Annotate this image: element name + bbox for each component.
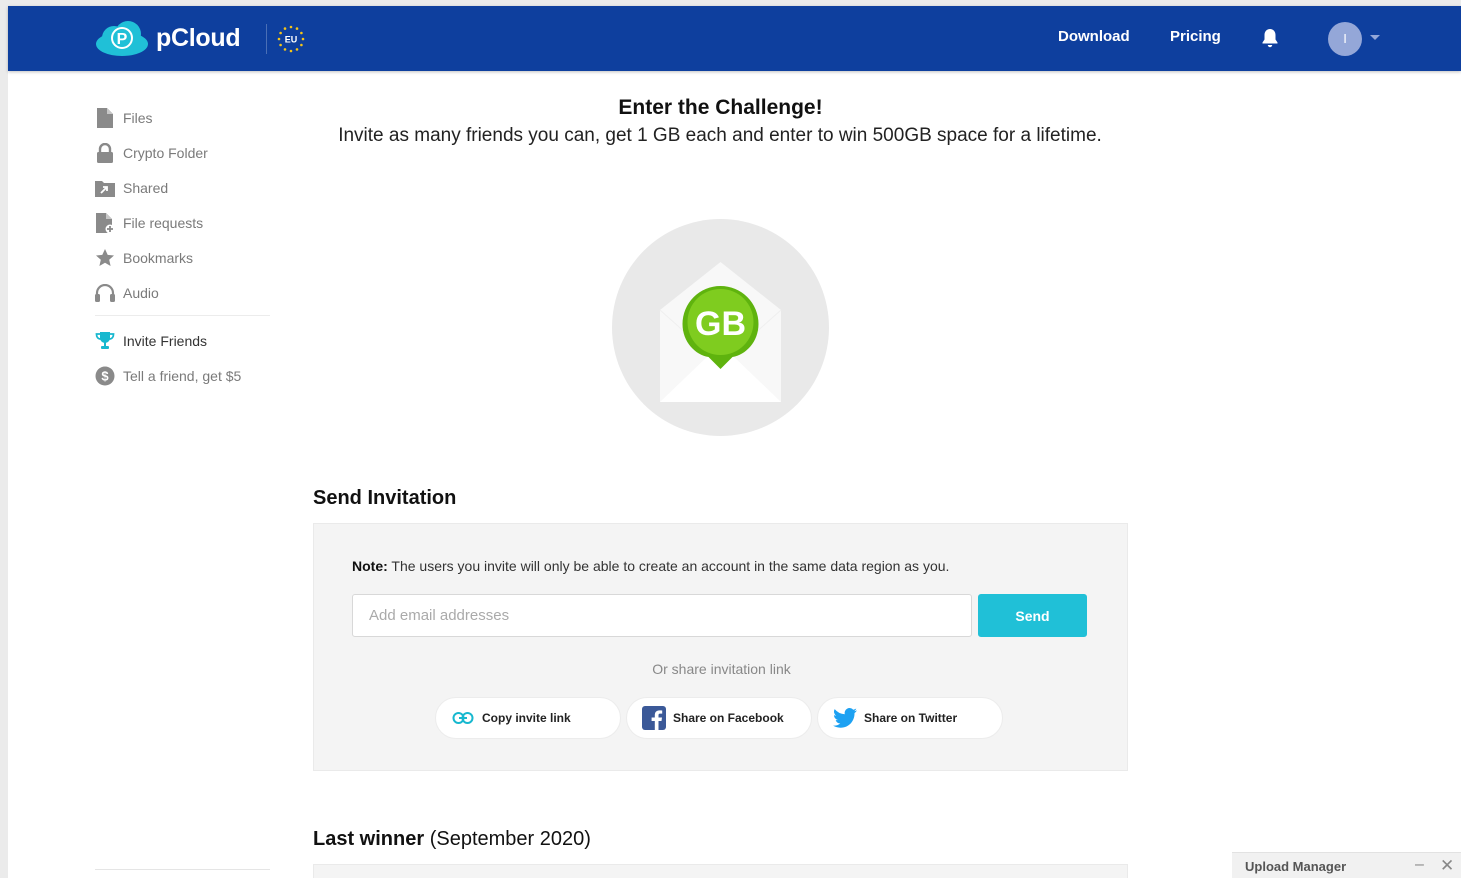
star-icon: [95, 248, 115, 268]
challenge-description: Invite as many friends you can, get 1 GB…: [338, 125, 1102, 146]
sidebar-item-label: Files: [123, 109, 153, 126]
upload-manager-title: Upload Manager: [1245, 859, 1347, 874]
dollar-icon: $: [95, 366, 115, 386]
sidebar-item-label: Shared: [123, 179, 169, 196]
sidebar-item-invite-friends[interactable]: Invite Friends: [95, 323, 270, 358]
last-winner-panel: [313, 864, 1128, 878]
sidebar-item-audio[interactable]: Audio: [95, 275, 270, 310]
link-icon: [450, 705, 476, 731]
challenge-title: Enter the Challenge!: [618, 96, 823, 119]
eu-region-icon[interactable]: EU: [276, 24, 306, 54]
sidebar-bottom-divider: [95, 869, 270, 870]
sidebar-item-label: Audio: [123, 284, 159, 301]
file-request-icon: [95, 212, 115, 233]
sidebar-item-label: Tell a friend, get $5: [123, 367, 242, 384]
upload-manager[interactable]: Upload Manager – ✕: [1232, 852, 1461, 878]
sidebar: Files Crypto Folder Shared File requests…: [95, 100, 270, 393]
share-on-twitter-label: Share on Twitter: [864, 711, 958, 725]
window-frame-left: [0, 0, 8, 878]
sidebar-item-crypto-folder[interactable]: Crypto Folder: [95, 135, 270, 170]
sidebar-item-label: File requests: [123, 214, 204, 231]
sidebar-divider: [95, 315, 270, 316]
send-button[interactable]: Send: [978, 594, 1087, 637]
last-winner-title: Last winner (September 2020): [313, 828, 591, 851]
svg-text:$: $: [101, 368, 109, 383]
pcloud-logo[interactable]: P pCloud: [94, 20, 241, 56]
region-note: Note: The users you invite will only be …: [352, 558, 949, 574]
sidebar-item-bookmarks[interactable]: Bookmarks: [95, 240, 270, 275]
download-link[interactable]: Download: [1058, 28, 1130, 45]
facebook-icon: [641, 705, 667, 731]
svg-text:P: P: [117, 31, 128, 48]
copy-invite-link-label: Copy invite link: [482, 711, 571, 725]
headphones-icon: [95, 283, 115, 303]
share-on-facebook-button[interactable]: Share on Facebook: [626, 697, 812, 739]
sidebar-item-label: Invite Friends: [123, 332, 208, 349]
last-winner-period: (September 2020): [429, 828, 591, 850]
sidebar-item-files[interactable]: Files: [95, 100, 270, 135]
send-invitation-title: Send Invitation: [313, 487, 457, 509]
chevron-down-icon[interactable]: [1370, 35, 1380, 40]
pricing-link[interactable]: Pricing: [1170, 28, 1221, 45]
top-bar: P pCloud EU Download Pricing I: [8, 6, 1461, 71]
twitter-icon: [832, 705, 858, 731]
lock-icon: [95, 142, 115, 163]
close-icon[interactable]: ✕: [1440, 856, 1454, 876]
sidebar-item-label: Bookmarks: [123, 249, 194, 266]
or-share-label: Or share invitation link: [652, 661, 791, 677]
trophy-icon: [95, 331, 115, 351]
note-label: Note:: [352, 558, 388, 574]
envelope-gb-illustration: GB: [612, 219, 829, 436]
note-text: The users you invite will only be able t…: [387, 558, 950, 574]
sidebar-item-shared[interactable]: Shared: [95, 170, 270, 205]
share-on-facebook-label: Share on Facebook: [673, 711, 784, 725]
gb-badge-text: GB: [695, 305, 746, 343]
bell-icon[interactable]: [1258, 26, 1282, 50]
sidebar-item-file-requests[interactable]: File requests: [95, 205, 270, 240]
share-on-twitter-button[interactable]: Share on Twitter: [817, 697, 1003, 739]
copy-invite-link-button[interactable]: Copy invite link: [435, 697, 621, 739]
pcloud-logo-icon: P: [96, 21, 148, 56]
minimize-icon[interactable]: –: [1415, 856, 1424, 874]
sidebar-item-tell-a-friend[interactable]: $ Tell a friend, get $5: [95, 358, 270, 393]
avatar[interactable]: I: [1328, 22, 1362, 56]
shared-folder-icon: [95, 178, 115, 198]
last-winner-heading: Last winner: [313, 828, 425, 850]
sidebar-item-label: Crypto Folder: [123, 144, 208, 161]
topbar-divider: [266, 24, 267, 54]
email-addresses-input[interactable]: [352, 594, 972, 637]
file-icon: [95, 107, 115, 128]
eu-badge-label: EU: [285, 35, 298, 45]
brand-name: pCloud: [156, 23, 241, 52]
invite-panel: Note: The users you invite will only be …: [313, 523, 1128, 771]
